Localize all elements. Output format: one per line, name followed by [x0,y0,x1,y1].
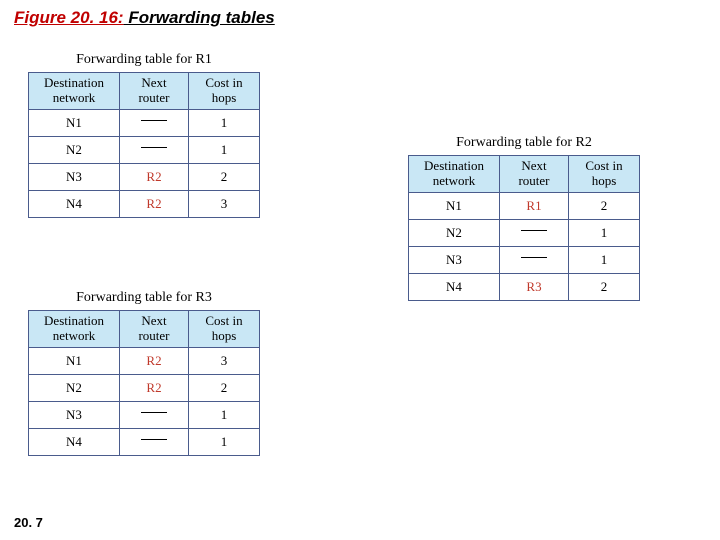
cell-cost: 1 [569,219,640,246]
figure-title: Figure 20. 16: Forwarding tables [14,8,275,28]
cell-next: R2 [120,374,189,401]
cell-next [120,401,189,428]
table-row: N1 R2 3 [29,347,260,374]
cell-cost: 2 [189,374,260,401]
cell-cost: 1 [569,246,640,273]
table-row: N2 1 [29,136,260,163]
cell-cost: 3 [189,347,260,374]
dash-icon [141,120,167,121]
dash-icon [141,412,167,413]
table: Destinationnetwork Nextrouter Cost inhop… [28,310,260,456]
cell-dest: N3 [409,246,500,273]
table-row: N4 1 [29,428,260,455]
table-caption: Forwarding table for R3 [28,290,260,306]
cell-dest: N4 [29,190,120,217]
forwarding-table-r3: Forwarding table for R3 Destinationnetwo… [28,290,260,456]
cell-next: R2 [120,163,189,190]
col-header-next: Nextrouter [500,156,569,193]
slide-number: 20. 7 [14,515,43,530]
table-row: N2 R2 2 [29,374,260,401]
table-row: N1 1 [29,109,260,136]
cell-dest: N2 [409,219,500,246]
table-row: N4 R3 2 [409,273,640,300]
cell-dest: N1 [409,192,500,219]
cell-next: R1 [500,192,569,219]
col-header-cost: Cost inhops [569,156,640,193]
cell-next [120,136,189,163]
dash-icon [521,257,547,258]
cell-cost: 1 [189,109,260,136]
table-caption: Forwarding table for R1 [28,52,260,68]
cell-dest: N2 [29,374,120,401]
col-header-destination: Destinationnetwork [29,73,120,110]
table: Destinationnetwork Nextrouter Cost inhop… [28,72,260,218]
cell-dest: N3 [29,163,120,190]
col-header-next: Nextrouter [120,73,189,110]
dash-icon [141,147,167,148]
cell-cost: 1 [189,136,260,163]
col-header-destination: Destinationnetwork [409,156,500,193]
cell-cost: 2 [569,273,640,300]
cell-dest: N4 [29,428,120,455]
table-caption: Forwarding table for R2 [408,135,640,151]
col-header-cost: Cost inhops [189,311,260,348]
cell-cost: 1 [189,428,260,455]
cell-next: R3 [500,273,569,300]
table: Destinationnetwork Nextrouter Cost inhop… [408,155,640,301]
cell-cost: 3 [189,190,260,217]
figure-number: Figure 20. 16: [14,8,124,27]
cell-next: R2 [120,347,189,374]
table-row: N1 R1 2 [409,192,640,219]
cell-next [500,219,569,246]
forwarding-table-r1: Forwarding table for R1 Destinationnetwo… [28,52,260,218]
table-row: N2 1 [409,219,640,246]
cell-dest: N1 [29,347,120,374]
dash-icon [141,439,167,440]
cell-cost: 1 [189,401,260,428]
cell-cost: 2 [189,163,260,190]
col-header-cost: Cost inhops [189,73,260,110]
cell-next: R2 [120,190,189,217]
figure-label: Forwarding tables [124,8,275,27]
cell-next [120,428,189,455]
cell-next [500,246,569,273]
table-row: N3 1 [29,401,260,428]
cell-dest: N1 [29,109,120,136]
cell-dest: N3 [29,401,120,428]
cell-cost: 2 [569,192,640,219]
dash-icon [521,230,547,231]
table-row: N3 R2 2 [29,163,260,190]
forwarding-table-r2: Forwarding table for R2 Destinationnetwo… [408,135,640,301]
cell-dest: N4 [409,273,500,300]
table-row: N4 R2 3 [29,190,260,217]
cell-next [120,109,189,136]
cell-dest: N2 [29,136,120,163]
col-header-destination: Destinationnetwork [29,311,120,348]
col-header-next: Nextrouter [120,311,189,348]
table-row: N3 1 [409,246,640,273]
